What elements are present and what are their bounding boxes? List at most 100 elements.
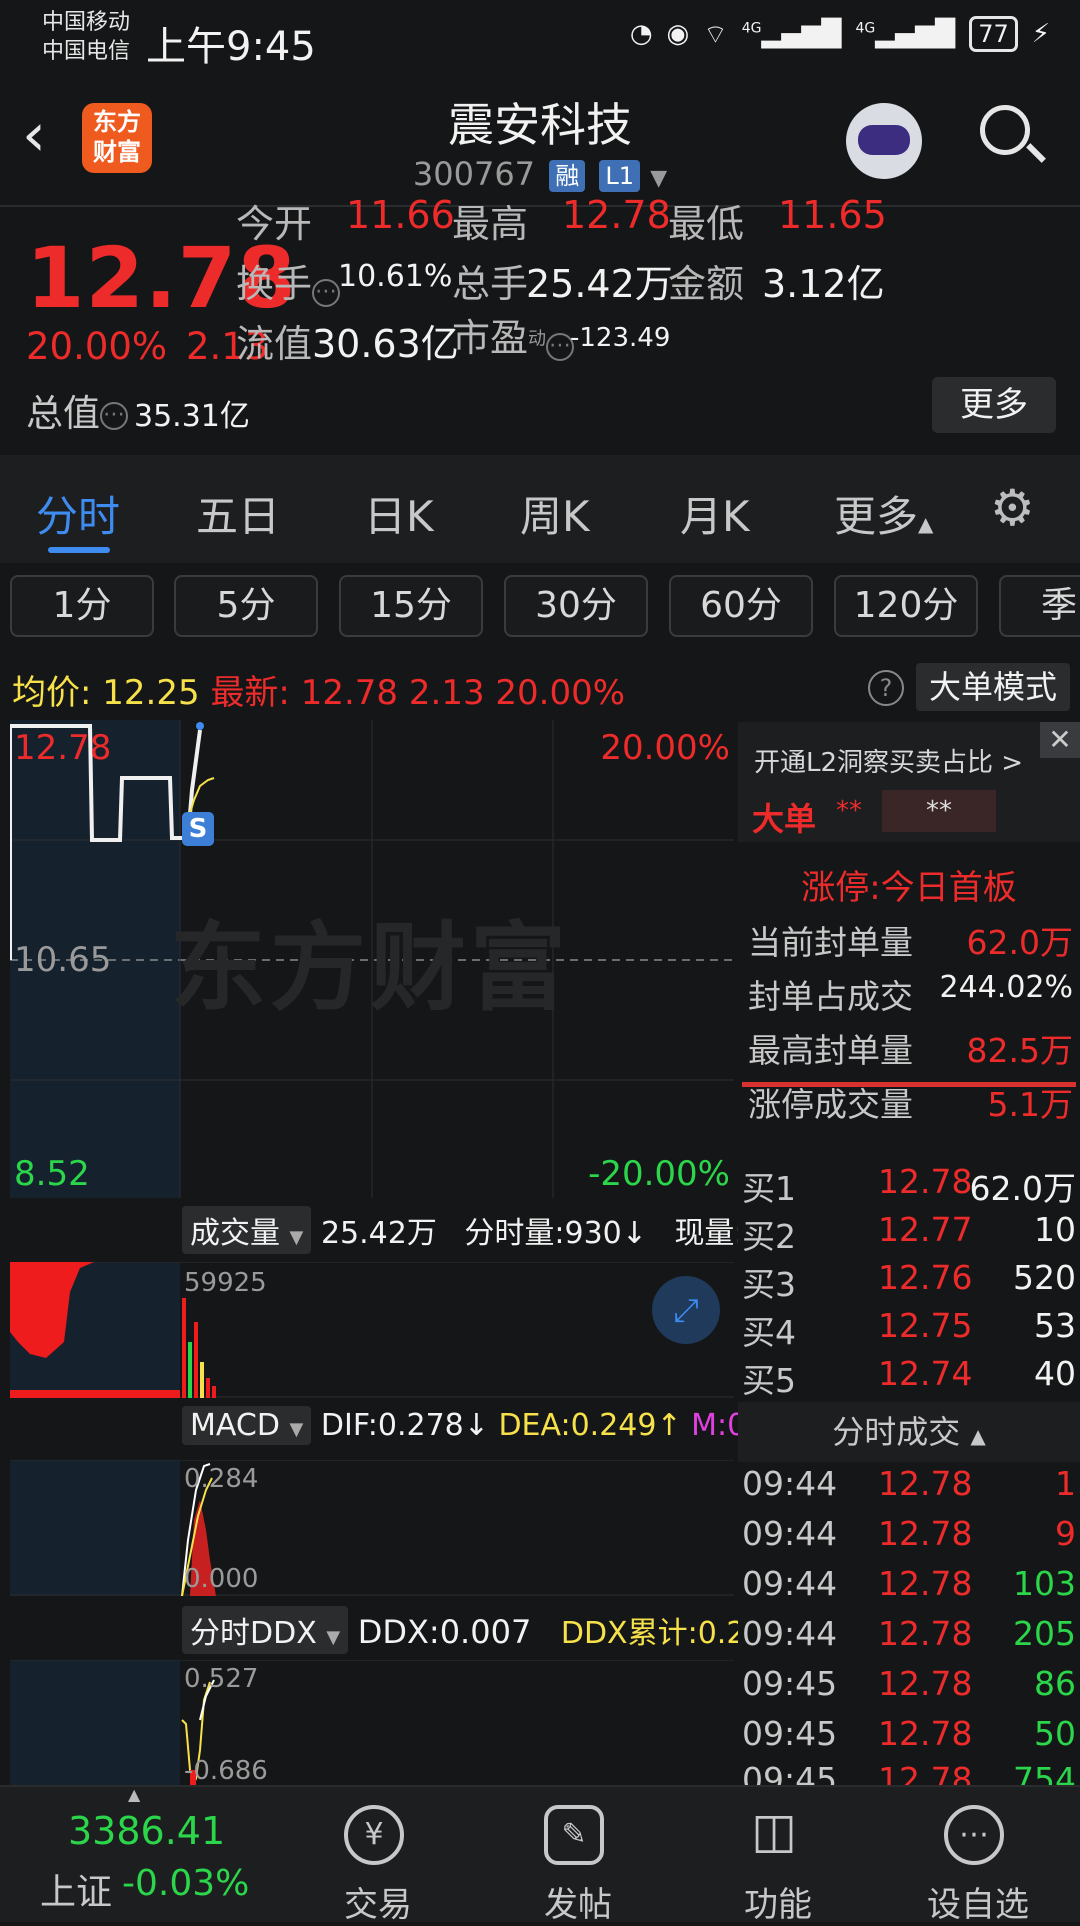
gear-icon[interactable]: ⚙	[990, 479, 1035, 537]
volume-bar	[200, 1362, 204, 1398]
info-icon[interactable]: ⋯	[312, 278, 341, 307]
trade-price: 12.78	[878, 1760, 973, 1785]
macd-bottom: 0.000	[184, 1564, 259, 1594]
search-icon[interactable]	[980, 105, 1030, 155]
bid-price: 12.75	[878, 1306, 973, 1345]
wifi-icon: ⌔	[703, 19, 728, 50]
tab-daily-k[interactable]: 日K	[364, 483, 434, 544]
seal-row: 最高封单量 82.5万	[748, 1024, 1073, 1072]
info-icon[interactable]: ⋯	[100, 401, 128, 430]
tab-monthly-k[interactable]: 月K	[680, 483, 750, 544]
stock-code-row[interactable]: 300767 融 L1 ▼	[0, 155, 1080, 193]
bid-price: 12.78	[878, 1162, 973, 1201]
trade-time: 09:44	[742, 1514, 838, 1553]
index-ticker[interactable]: ▲ 3386.41 上证 -0.03%	[0, 1785, 249, 1922]
bid-price: 12.77	[878, 1210, 973, 1249]
nav-functions-label: 功能	[744, 1885, 812, 1925]
macd-top: 0.284	[184, 1464, 259, 1494]
tab-weekly-k[interactable]: 周K	[520, 483, 590, 544]
volume-chart[interactable]: 59925 ⤢	[10, 1261, 734, 1398]
chip-quarter[interactable]: 季	[999, 575, 1080, 637]
pe-label: 市盈	[452, 316, 529, 360]
tab-intraday[interactable]: 分时	[36, 483, 120, 544]
amount-value: 3.12亿	[762, 262, 885, 306]
volume-bar	[188, 1342, 192, 1398]
tab-more[interactable]: 更多▲	[834, 483, 933, 544]
ddx-chart[interactable]: 0.527 -0.686	[10, 1659, 734, 1786]
volume-scale: 59925	[184, 1268, 267, 1298]
open-value: 11.66	[346, 193, 455, 237]
l2-promo-text: 开通L2洞察买卖占比 >	[754, 748, 1024, 778]
macd-chart[interactable]: 0.284 0.000	[10, 1459, 734, 1597]
ddx-bottom: -0.686	[184, 1756, 268, 1786]
chip-15min[interactable]: 15分	[339, 575, 483, 637]
help-icon[interactable]: ?	[868, 670, 904, 706]
bid-qty: 10	[1034, 1210, 1076, 1249]
latest-label: 最新:	[210, 673, 290, 713]
trade-row: 09:45 12.78 50	[742, 1714, 1076, 1753]
big-order-value-1: **	[836, 796, 862, 826]
more-quote-button[interactable]: 更多	[932, 377, 1056, 433]
chip-1min[interactable]: 1分	[10, 575, 154, 637]
trade-price: 12.78	[878, 1514, 973, 1553]
latest-value: 12.78	[300, 673, 399, 713]
nav-post[interactable]: ✎ 发帖	[498, 1787, 658, 1925]
ddx-dropdown[interactable]: 分时DDX ▼	[182, 1606, 349, 1654]
tab-five-day[interactable]: 五日	[196, 483, 280, 544]
avg-price-row: 均价: 12.25 最新: 12.78 2.13 20.00%	[12, 665, 625, 714]
grid-icon: ◫	[751, 1803, 797, 1859]
avg-label: 均价:	[12, 673, 92, 713]
macd-chart-svg	[10, 1459, 734, 1597]
session-shade	[10, 1460, 180, 1596]
macd-label: MACD	[190, 1408, 280, 1443]
bid-label: 买2	[742, 1217, 796, 1256]
seal-value: 82.5万	[966, 1031, 1073, 1070]
chip-30min[interactable]: 30分	[504, 575, 648, 637]
l2-promo[interactable]: 开通L2洞察买卖占比 > ✕ 大单 ** **	[738, 722, 1080, 842]
trade-list-header[interactable]: 分时成交 ▲	[738, 1402, 1080, 1462]
nav-functions[interactable]: ◫ 功能	[698, 1787, 858, 1925]
nav-trade[interactable]: ¥ 交易	[298, 1787, 458, 1925]
big-order-label: 大单	[752, 800, 817, 838]
assistant-robot-icon[interactable]	[846, 103, 922, 179]
battery-icon: 77	[969, 16, 1018, 52]
nav-watchlist[interactable]: ⋯ 设自选	[898, 1787, 1058, 1925]
margin-tag: 融	[549, 160, 586, 192]
volume-bar	[206, 1378, 210, 1398]
volume-header: 成交量 ▼ 25.42万 分时量:930↓ 现量:40	[182, 1206, 783, 1254]
total-cap: 总值 ⋯ 35.31亿	[26, 383, 250, 437]
y-axis-top: 12.78	[14, 728, 112, 768]
macd-dropdown[interactable]: MACD ▼	[182, 1406, 312, 1445]
chip-5min[interactable]: 5分	[174, 575, 318, 637]
turnover-label: 换手	[236, 262, 313, 306]
carrier-1: 中国移动	[42, 10, 131, 35]
session-shade	[10, 1660, 180, 1785]
pe-value: -123.49	[570, 323, 671, 353]
open-label: 今开	[236, 202, 313, 246]
turnover-value: 10.61%	[338, 259, 453, 294]
caret-down-icon: ▼	[326, 1627, 341, 1648]
expand-icon[interactable]: ⤢	[652, 1276, 720, 1344]
active-tab-indicator	[48, 547, 110, 553]
caret-up-icon: ▲	[128, 1785, 141, 1804]
trade-price: 12.78	[878, 1714, 973, 1753]
high-label: 最高	[452, 202, 529, 246]
big-order-mode-button[interactable]: 大单模式	[916, 663, 1070, 711]
carrier-info: 中国移动 中国电信	[42, 8, 130, 66]
volume-chart-svg	[10, 1261, 734, 1398]
latest-percent: 20.00%	[495, 673, 626, 713]
current-volume-label: 现量:	[674, 1216, 745, 1251]
nav-trade-label: 交易	[344, 1885, 412, 1925]
caret-up-icon: ▲	[918, 512, 934, 536]
signal-badge[interactable]: S	[182, 812, 214, 846]
trade-price: 12.78	[878, 1464, 973, 1503]
chip-120min[interactable]: 120分	[834, 575, 978, 637]
volume-value: 25.42万	[526, 262, 673, 306]
amount-label: 金额	[668, 262, 745, 306]
chip-60min[interactable]: 60分	[669, 575, 813, 637]
float-cap-value: 30.63亿	[312, 322, 459, 366]
pct-axis-top: 20.00%	[600, 728, 730, 768]
close-icon[interactable]: ✕	[1040, 722, 1080, 758]
macd-dif: DIF:0.278↓	[320, 1408, 489, 1443]
volume-dropdown[interactable]: 成交量 ▼	[182, 1206, 312, 1254]
